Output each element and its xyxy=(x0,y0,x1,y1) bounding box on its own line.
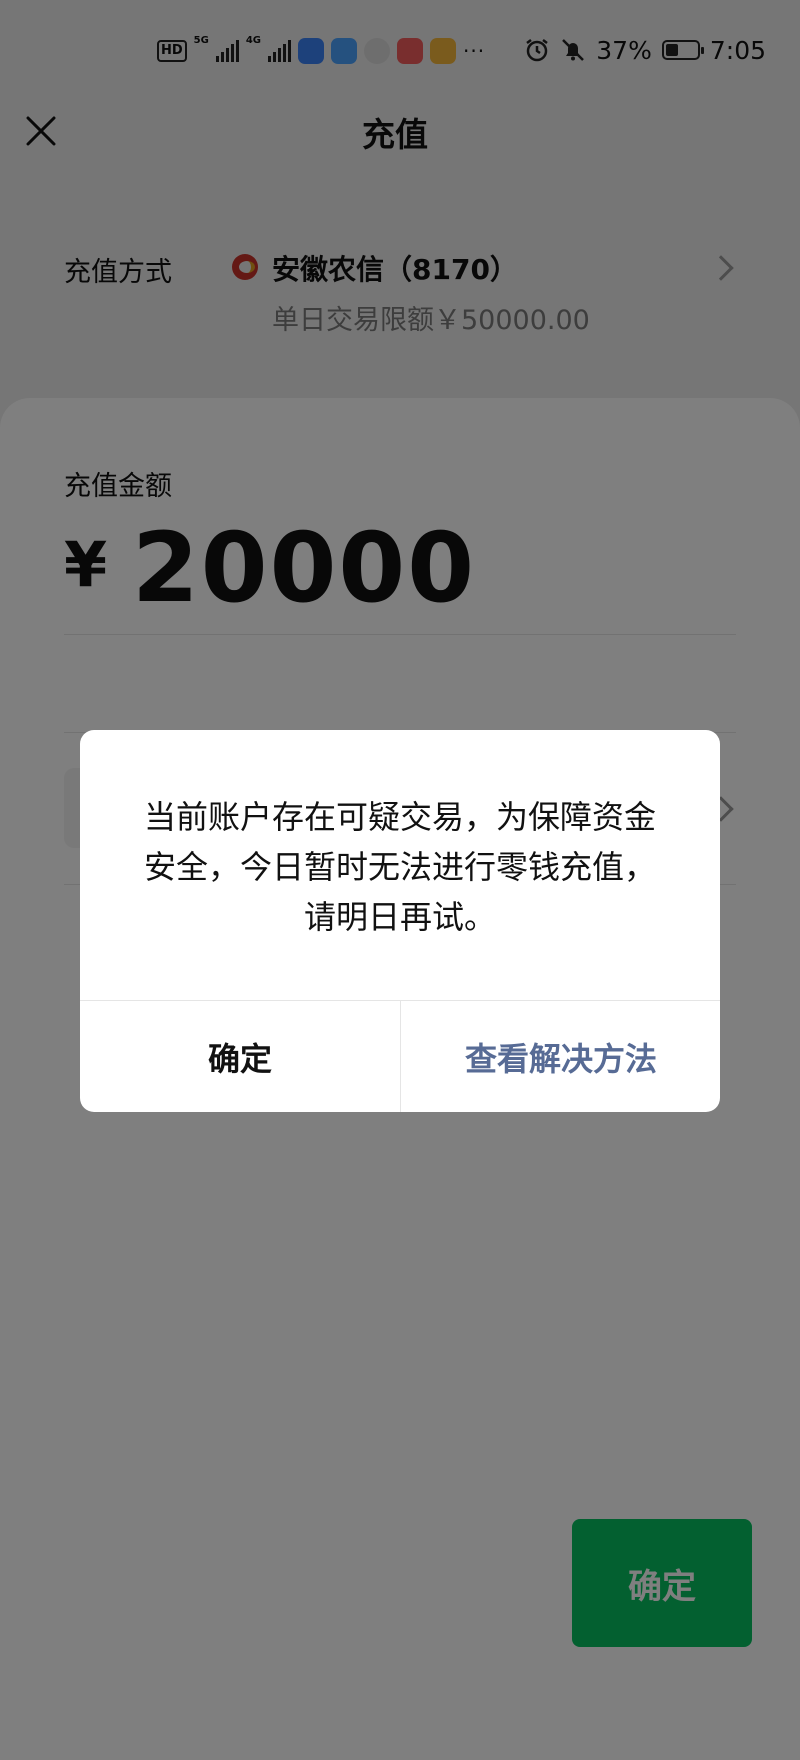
view-solution-button[interactable]: 查看解决方法 xyxy=(401,1001,720,1112)
dialog-ok-button[interactable]: 确定 xyxy=(80,1001,400,1112)
alert-dialog: 当前账户存在可疑交易，为保障资金安全，今日暂时无法进行零钱充值，请明日再试。 确… xyxy=(80,730,720,1112)
dialog-message: 当前账户存在可疑交易，为保障资金安全，今日暂时无法进行零钱充值，请明日再试。 xyxy=(143,798,656,936)
